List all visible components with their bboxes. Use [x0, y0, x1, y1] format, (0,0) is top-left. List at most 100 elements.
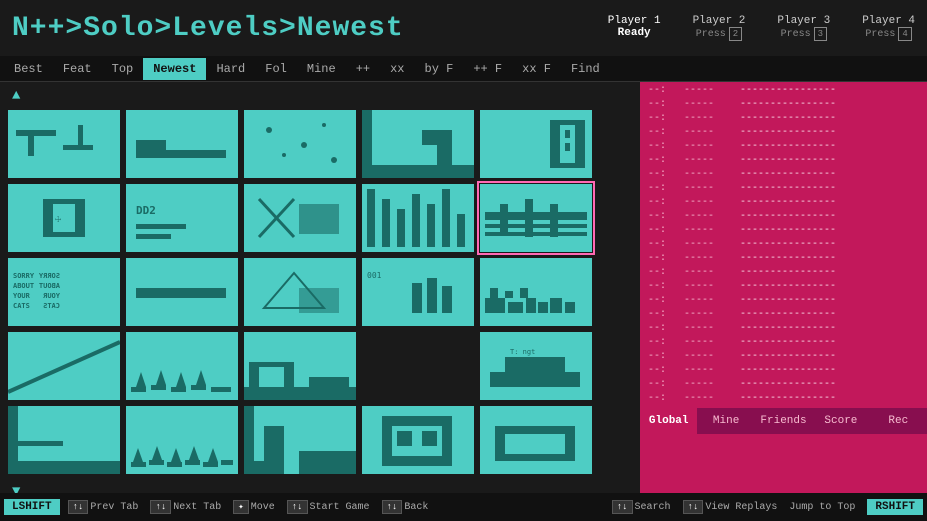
player-4-col: Player 4 Press 4: [862, 15, 915, 41]
score-row-12: --:---------------------: [648, 252, 919, 266]
score-row-22: --:---------------------: [648, 392, 919, 406]
level-thumb-20[interactable]: T: ngt: [480, 332, 592, 400]
level-thumb-18[interactable]: [244, 332, 356, 400]
score-row-2: --:---------------------: [648, 112, 919, 126]
level-thumb-9[interactable]: [362, 184, 474, 252]
lshift-key[interactable]: LSHIFT: [4, 499, 60, 515]
back-key: ↑↓: [382, 500, 403, 514]
tab-mine[interactable]: Mine: [297, 58, 346, 80]
svg-text:☩: ☩: [55, 214, 61, 225]
level-thumb-25[interactable]: [480, 406, 592, 474]
level-thumb-17[interactable]: [126, 332, 238, 400]
right-tabs: Global Mine Friends Score Rec: [640, 408, 927, 434]
player-1-status: Ready: [618, 27, 651, 39]
level-thumb-3[interactable]: [244, 110, 356, 178]
level-thumb-7[interactable]: DD2: [126, 184, 238, 252]
svg-text:T: ngt: T: ngt: [510, 348, 535, 356]
level-thumb-4[interactable]: [362, 110, 474, 178]
score-row-7: --:---------------------: [648, 182, 919, 196]
level-thumb-8[interactable]: [244, 184, 356, 252]
level-thumb-24[interactable]: [362, 406, 474, 474]
right-bottom-actions: ↑↓ Search ↑↓ View Replays Jump to Top RS…: [612, 499, 923, 515]
score-row-4: --:---------------------: [648, 140, 919, 154]
player-2-col: Player 2 Press 2: [693, 15, 746, 41]
right-tab-score[interactable]: Score: [812, 408, 869, 434]
rshift-key[interactable]: RSHIFT: [867, 499, 923, 515]
scroll-up-arrow[interactable]: ▲: [8, 86, 632, 106]
level-thumb-15[interactable]: [480, 258, 592, 326]
right-tab-friends[interactable]: Friends: [755, 408, 812, 434]
tab-fol[interactable]: Fol: [255, 58, 297, 80]
tab-feat[interactable]: Feat: [53, 58, 102, 80]
tab-newest[interactable]: Newest: [143, 58, 206, 80]
score-row-18: --:---------------------: [648, 336, 919, 350]
tab-xx[interactable]: xx: [380, 58, 414, 80]
player-3-col: Player 3 Press 3: [777, 15, 830, 41]
search-label: Search: [635, 502, 671, 513]
tab-bar: Best Feat Top Newest Hard Fol Mine ++ xx…: [0, 56, 927, 82]
score-row-8: --:---------------------: [648, 196, 919, 210]
score-row-1: --:---------------------: [648, 98, 919, 112]
level-thumb-16[interactable]: [8, 332, 120, 400]
nexttab-label: Next Tab: [173, 502, 221, 513]
player-2-name: Player 2: [693, 15, 746, 27]
player-3-press: Press 3: [781, 27, 827, 41]
score-row-0: --:---------------------: [648, 84, 919, 98]
level-thumb-12[interactable]: [126, 258, 238, 326]
svg-text:001: 001: [367, 271, 382, 280]
score-row-14: --:---------------------: [648, 280, 919, 294]
scroll-down-arrow[interactable]: ▼: [8, 482, 24, 493]
level-thumb-11[interactable]: SORRY ABOUT YOUR CATS SORRY ABOUT YOUR C…: [8, 258, 120, 326]
prevtab-label: Prev Tab: [90, 502, 138, 513]
svg-text:CATS: CATS: [13, 302, 30, 310]
header: N++>Solo>Levels>Newest Player 1 Ready Pl…: [0, 0, 927, 56]
score-row-5: --:---------------------: [648, 154, 919, 168]
player-3-name: Player 3: [777, 15, 830, 27]
nexttab-key: ↑↓: [150, 500, 171, 514]
player-4-press: Press 4: [865, 27, 911, 41]
score-row-10: --:---------------------: [648, 224, 919, 238]
svg-text:SORRY: SORRY: [38, 272, 60, 280]
player-2-press: Press 2: [696, 27, 742, 41]
right-tab-mine[interactable]: Mine: [697, 408, 754, 434]
page-title: N++>Solo>Levels>Newest: [12, 13, 404, 44]
level-grid: ☩ DD2: [8, 106, 632, 478]
right-tab-rec[interactable]: Rec: [870, 408, 927, 434]
tab-plusplus[interactable]: ++: [346, 58, 380, 80]
player-1-col: Player 1 Ready: [608, 15, 661, 41]
level-thumb-21[interactable]: [8, 406, 120, 474]
score-row-19: --:---------------------: [648, 350, 919, 364]
level-thumb-6[interactable]: ☩: [8, 184, 120, 252]
score-row-17: --:---------------------: [648, 322, 919, 336]
score-row-13: --:---------------------: [648, 266, 919, 280]
level-thumb-14[interactable]: 001: [362, 258, 474, 326]
score-row-3: --:---------------------: [648, 126, 919, 140]
tab-top[interactable]: Top: [102, 58, 144, 80]
svg-text:YOUR: YOUR: [42, 292, 60, 300]
level-thumb-22[interactable]: [126, 406, 238, 474]
left-panel: ▲: [0, 82, 640, 493]
tab-find[interactable]: Find: [561, 58, 610, 80]
level-thumb-13[interactable]: [244, 258, 356, 326]
level-thumb-10[interactable]: [480, 184, 592, 252]
scores-list: --:-----------------------:-------------…: [640, 82, 927, 408]
right-tab-global[interactable]: Global: [640, 408, 697, 434]
level-thumb-2[interactable]: [126, 110, 238, 178]
player-2-key: 2: [729, 27, 742, 41]
tab-hard[interactable]: Hard: [206, 58, 255, 80]
tab-plusplusf[interactable]: ++ F: [463, 58, 512, 80]
bottom-bar: LSHIFT ↑↓ Prev Tab ↑↓ Next Tab ✦ Move ↑↓…: [0, 493, 927, 521]
level-thumb-23[interactable]: [244, 406, 356, 474]
tab-best[interactable]: Best: [4, 58, 53, 80]
viewreplays-key: ↑↓: [683, 500, 704, 514]
tab-byf[interactable]: by F: [415, 58, 464, 80]
back-label: Back: [404, 502, 428, 513]
main-area: ▲: [0, 82, 927, 493]
svg-text:ABOUT: ABOUT: [39, 282, 60, 290]
tab-xxf[interactable]: xx F: [512, 58, 561, 80]
score-row-21: --:---------------------: [648, 378, 919, 392]
level-thumb-1[interactable]: [8, 110, 120, 178]
svg-text:YOUR: YOUR: [13, 292, 31, 300]
move-key: ✦: [233, 500, 248, 514]
level-thumb-5[interactable]: [480, 110, 592, 178]
